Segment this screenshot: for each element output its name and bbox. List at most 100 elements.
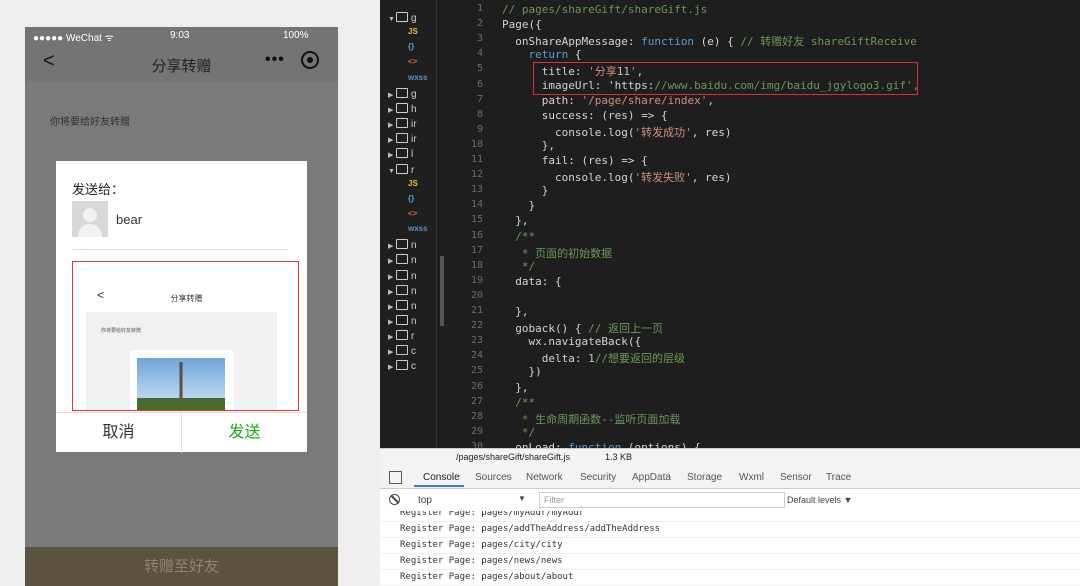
code-line[interactable]: } [502,184,549,197]
tower-shape [173,362,189,410]
code-line[interactable]: // pages/shareGift/shareGift.js [502,3,707,16]
tree-folder[interactable]: ▶ c [388,345,416,360]
tree-folder[interactable]: ▼ r [388,163,414,179]
code-line[interactable]: }, [502,305,528,318]
code-line[interactable]: /** [502,230,535,243]
tree-folder[interactable]: ▶ n [388,269,417,285]
code-line[interactable]: path: '/page/share/index', [502,94,714,107]
code-line[interactable]: }, [502,139,555,152]
context-select[interactable]: top [418,495,432,506]
tree-label: n [411,255,417,267]
code-line[interactable]: data: { [502,275,561,288]
code-line[interactable]: }, [502,381,528,394]
line-number: 2 [476,18,483,30]
code-line[interactable]: * 页面的初始数据 [502,245,612,261]
chevron-icon: ▼ [388,16,395,23]
tree-folder[interactable]: ▶ l [388,148,413,163]
folder-icon [396,360,408,371]
code-line[interactable]: */ [502,260,535,273]
more-icon[interactable]: ••• [265,51,285,69]
tab-console[interactable]: Console [423,472,460,483]
code-line[interactable]: delta: 1//想要返回的层级 [502,350,685,366]
code-line[interactable]: wx.navigateBack({ [502,335,641,348]
tab-sources[interactable]: Sources [475,472,512,483]
inspect-icon[interactable] [389,471,402,484]
file-wxss-icon: wxss [408,224,428,234]
highlight-box [533,62,918,95]
tab-network[interactable]: Network [526,472,563,483]
file-json-icon: {} [408,193,415,203]
code-line[interactable]: * 生命周期函数--监听页面加载 [502,411,681,427]
tree-folder[interactable]: ▶ h [388,102,417,118]
tab-wxml[interactable]: Wxml [739,472,764,483]
chevron-icon: ▶ [388,349,394,357]
code-line[interactable]: console.log('转发失败', res) [502,169,731,185]
tab-appdata[interactable]: AppData [632,472,671,483]
cancel-button[interactable]: 取消 [56,413,182,453]
tree-folder[interactable]: ▶ g [388,87,417,103]
line-number: 15 [470,214,483,226]
console-output: Register Page: pages/myAddr/myAddr Regist… [380,511,1080,586]
tab-trace[interactable]: Trace [826,472,851,483]
tree-folder[interactable]: ▶ n [388,315,417,330]
dialog-title: 发送给： [72,182,125,197]
battery-level: 100% [283,30,309,41]
line-number: 24 [470,350,483,362]
code-line[interactable]: success: (res) => { [502,109,668,122]
folder-icon [396,299,408,310]
folder-icon [396,284,408,295]
chevron-down-icon[interactable]: ▼ [518,494,526,503]
tab-security[interactable]: Security [580,472,616,483]
line-number: 23 [470,335,483,347]
tree-folder[interactable]: ▶ ir [388,133,417,148]
tree-folder[interactable]: ▶ ir [388,118,417,133]
clock: 9:03 [170,30,190,41]
line-number: 29 [470,425,483,437]
code-line[interactable]: fail: (res) => { [502,154,648,167]
file-path: /pages/shareGift/shareGift.js [456,452,571,462]
tree-folder[interactable]: ▶ c [388,360,416,375]
log-divider [380,569,1080,570]
code-line[interactable]: onShareAppMessage: function (e) { // 转赠好… [502,33,917,49]
navigation-bar: < 分享转赠 ••• [25,45,338,81]
code-line[interactable]: Page({ [502,18,542,31]
tree-label: n [411,300,417,312]
filter-input[interactable]: Filter [539,492,785,508]
folder-icon [396,330,408,341]
line-number: 5 [476,63,483,75]
tree-folder[interactable]: ▶ n [388,299,417,315]
log-levels-select[interactable]: Default levels ▼ [787,495,852,505]
code-line[interactable]: } [502,199,535,212]
code-line[interactable]: goback() { // 返回上一页 [502,320,663,336]
code-line[interactable]: */ [502,426,535,439]
code-line[interactable]: return { [502,48,582,61]
log-divider [380,537,1080,538]
folder-icon [396,254,408,265]
divider [72,249,288,250]
tab-sensor[interactable]: Sensor [780,472,812,483]
log-line: Register Page: pages/addTheAddress/addTh… [400,524,661,534]
line-number: 27 [470,395,483,407]
clear-console-icon[interactable] [389,494,400,505]
transfer-to-friend-button[interactable]: 转赠至好友 [25,547,338,586]
line-number: 14 [470,199,483,211]
tree-label: c [411,346,416,358]
line-number: 6 [476,78,483,90]
code-line[interactable]: /** [502,396,535,409]
code-line[interactable]: }) [502,365,541,378]
tab-storage[interactable]: Storage [687,472,722,483]
close-capsule-icon[interactable] [301,51,319,69]
tree-folder[interactable]: ▶ n [388,239,417,254]
send-button[interactable]: 发送 [182,413,307,453]
code-line[interactable]: }, [502,214,528,227]
active-tab-indicator [414,485,464,487]
tree-folder[interactable]: ▼ g [388,12,417,27]
log-line: Register Page: pages/news/news [400,556,563,566]
editor-scrollbar[interactable] [440,256,444,326]
folder-icon [396,239,408,250]
tree-folder[interactable]: ▶ n [388,254,417,269]
line-number: 4 [476,48,483,60]
code-line[interactable]: console.log('转发成功', res) [502,124,731,140]
tree-folder[interactable]: ▶ n [388,284,417,300]
tree-folder[interactable]: ▶ r [388,330,414,345]
